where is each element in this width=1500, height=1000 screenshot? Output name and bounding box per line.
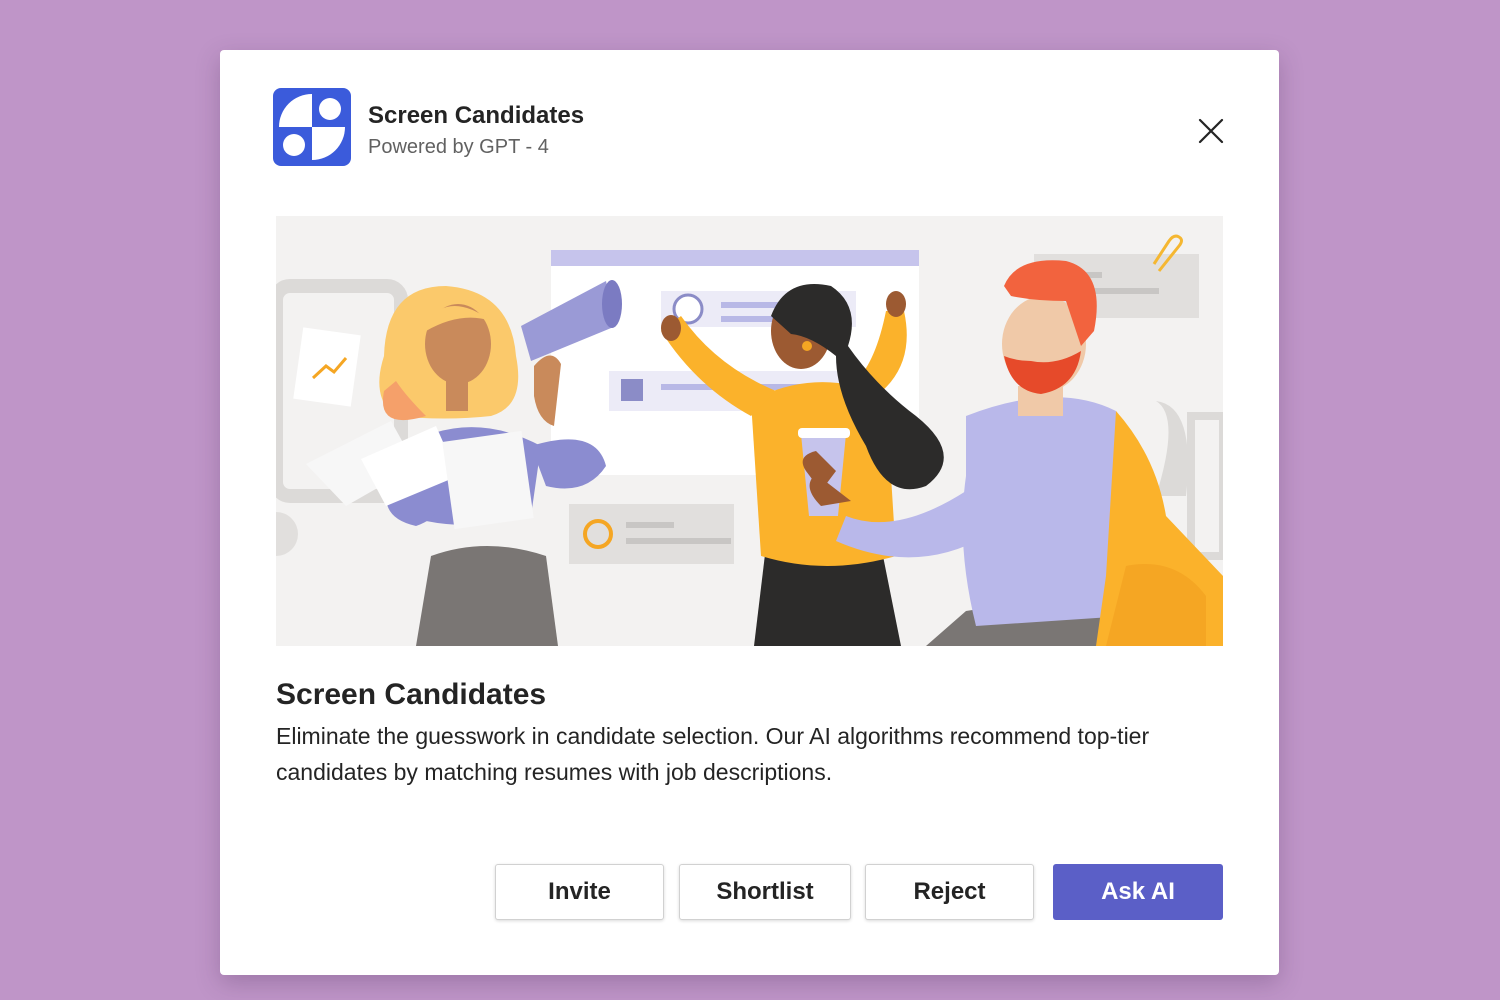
shortlist-button[interactable]: Shortlist: [679, 864, 851, 920]
app-name: Screen Candidates: [368, 102, 585, 129]
close-icon: [1198, 118, 1224, 144]
hero-illustration: [276, 216, 1223, 646]
card-title: Screen Candidates: [276, 678, 547, 711]
app-subtitle: Powered by GPT - 4: [368, 136, 549, 158]
invite-button[interactable]: Invite: [495, 864, 664, 920]
reject-button[interactable]: Reject: [865, 864, 1034, 920]
ask-ai-button[interactable]: Ask AI: [1053, 864, 1223, 920]
close-button[interactable]: [1194, 114, 1228, 148]
quadrant-logo-icon: [273, 88, 351, 166]
screen-candidates-dialog: Screen Candidates Powered by GPT - 4 Scr…: [220, 50, 1279, 975]
card-description: Eliminate the guesswork in candidate sel…: [276, 723, 1150, 785]
